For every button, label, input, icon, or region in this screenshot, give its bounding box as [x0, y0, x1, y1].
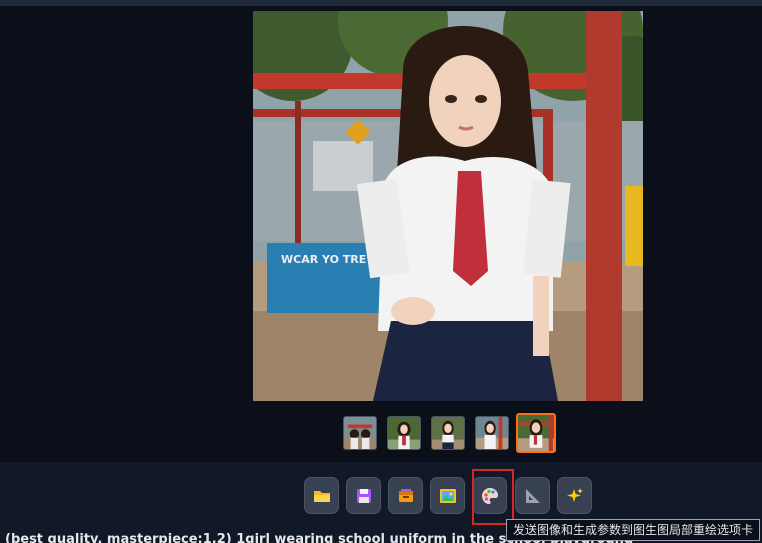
open-folder-button[interactable] — [304, 477, 339, 514]
save-button[interactable] — [346, 477, 381, 514]
folder-icon — [313, 490, 330, 502]
zip-button[interactable] — [388, 477, 423, 514]
thumbnail-2[interactable] — [387, 416, 421, 450]
thumbnail-1[interactable] — [343, 416, 377, 450]
top-strip — [0, 0, 762, 6]
triangle-ruler-icon — [525, 488, 540, 503]
generated-image[interactable]: WCAR YO TRE — [253, 11, 643, 401]
tooltip: 发送图像和生成参数到图生图局部重绘选项卡 — [506, 519, 761, 541]
generated-image-illustration: WCAR YO TRE — [253, 11, 643, 401]
floppy-disk-icon — [356, 488, 371, 503]
archive-icon — [398, 488, 413, 502]
picture-icon — [439, 488, 456, 503]
thumbnail-5-selected[interactable] — [516, 413, 556, 453]
send-to-img2img-button[interactable] — [430, 477, 465, 514]
sparkle-button[interactable] — [557, 477, 592, 514]
highlight-box — [472, 469, 514, 525]
sparkles-icon — [566, 487, 583, 502]
thumbnail-3[interactable] — [431, 416, 465, 450]
thumbnail-4[interactable] — [475, 416, 509, 450]
svg-text:WCAR YO TRE: WCAR YO TRE — [281, 253, 366, 266]
send-to-extras-button[interactable] — [515, 477, 550, 514]
thumbnail-strip — [0, 413, 762, 453]
